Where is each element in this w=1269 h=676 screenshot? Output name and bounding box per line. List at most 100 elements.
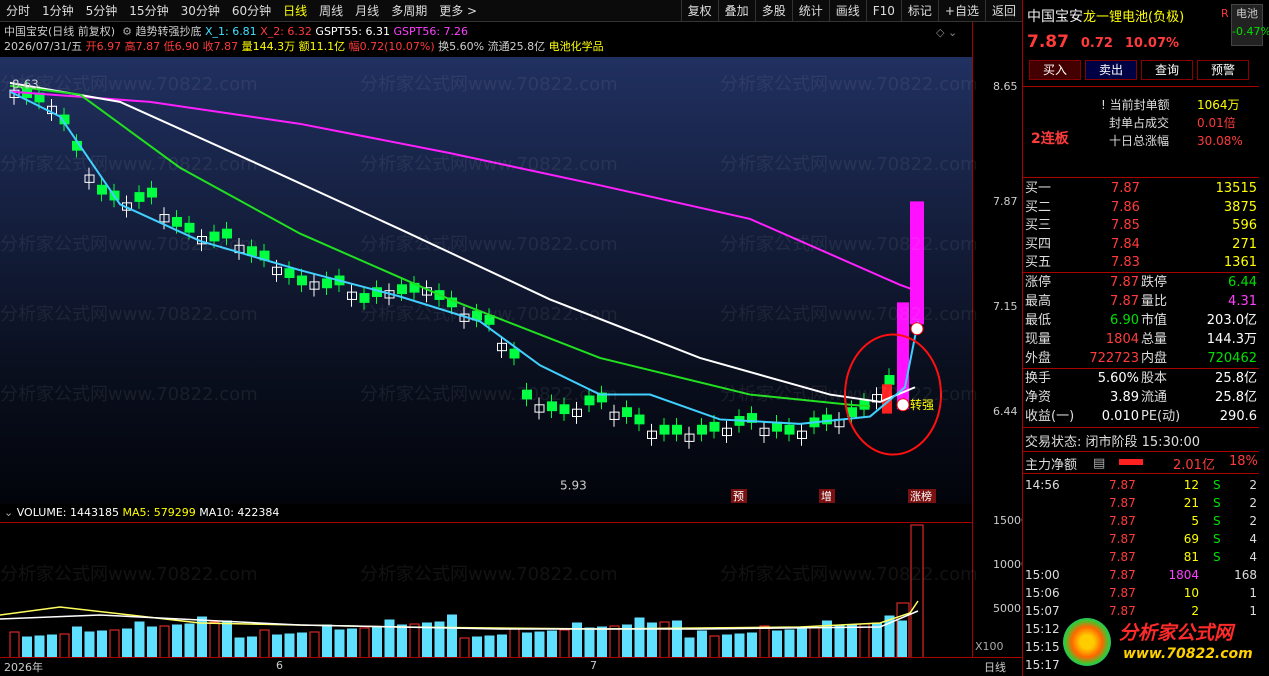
toolbar-action[interactable]: 画线 xyxy=(828,0,866,22)
toolbar-action[interactable]: 叠加 xyxy=(717,0,755,22)
candlestick-chart[interactable]: 8.63 5.93 转强预 增 涨榜 xyxy=(0,57,972,504)
stat-row: 净资 3.89 流通 25.8亿 xyxy=(1023,389,1259,407)
seal-row: 封单占成交 0.01倍 xyxy=(1101,114,1261,132)
period-tab[interactable]: 分时 xyxy=(0,0,36,22)
main-flow-value: 2.01亿 xyxy=(1173,458,1215,473)
bid-volume: 13515 xyxy=(1215,181,1257,196)
quote-change: 幅0.72(10.07%) xyxy=(348,40,435,53)
bid-row[interactable]: 买五 7.83 1361 xyxy=(1023,254,1259,272)
tag-label: 预 xyxy=(733,490,744,503)
seal-row: 十日总涨幅 30.08% xyxy=(1101,132,1261,150)
tick-price: 7.87 xyxy=(1109,532,1136,546)
period-tab[interactable]: 周线 xyxy=(313,0,349,22)
tick-row[interactable]: 14:56 7.87 12 S 2 xyxy=(1023,476,1259,494)
toolbar-action[interactable]: +自选 xyxy=(937,0,985,22)
price-tick: 6.44 xyxy=(993,405,1018,418)
tick-row[interactable]: 7.87 21 S 2 xyxy=(1023,494,1259,512)
toolbar-action[interactable]: 返回 xyxy=(984,0,1022,22)
alert-button[interactable]: 预警 xyxy=(1197,60,1249,80)
bid-label: 买一 xyxy=(1025,181,1052,196)
sell-button[interactable]: 卖出 xyxy=(1085,60,1137,80)
bid-label: 买五 xyxy=(1025,255,1052,270)
volume-bar xyxy=(872,622,882,659)
volume-bar xyxy=(147,626,157,659)
period-tab[interactable]: 更多 > xyxy=(433,0,483,22)
signal-bar xyxy=(910,201,924,325)
volume-chart[interactable] xyxy=(0,522,972,659)
period-tab[interactable]: 日线 xyxy=(277,0,313,22)
tick-side: S xyxy=(1213,532,1221,546)
plus-marker xyxy=(896,398,910,412)
bid-label: 买三 xyxy=(1025,218,1052,233)
sector-change: -0.47% xyxy=(1232,25,1269,38)
stat-value: 290.6 xyxy=(1219,409,1257,424)
volume-bar xyxy=(622,624,632,659)
bid-row[interactable]: 买一 7.87 13515 xyxy=(1023,180,1259,198)
stat-label: 流通 xyxy=(1141,390,1168,405)
x2-value: X_2: 6.32 xyxy=(260,25,312,38)
tick-row[interactable]: 15:00 7.87 1804 168 xyxy=(1023,566,1259,584)
quote-date: 2026/07/31/五 xyxy=(4,40,83,53)
list-icon[interactable]: ▤ xyxy=(1093,456,1105,471)
toolbar-action[interactable]: 多股 xyxy=(754,0,792,22)
candle-body xyxy=(509,348,520,359)
stat-label: 量比 xyxy=(1141,294,1168,309)
flag-badge: R xyxy=(1221,7,1229,20)
candle-body xyxy=(284,268,295,278)
stat-row: 收益(一) 0.010 PE(动) 290.6 xyxy=(1023,408,1259,426)
stat-label: 市值 xyxy=(1141,313,1168,328)
stat-value: 6.90 xyxy=(1110,313,1139,328)
tick-time: 15:15 xyxy=(1025,640,1060,654)
volume-bar xyxy=(447,614,457,659)
stat-label: 总量 xyxy=(1141,332,1168,347)
tick-row[interactable]: 15:06 7.87 10 1 xyxy=(1023,584,1259,602)
volume-bar xyxy=(859,623,870,659)
period-tab[interactable]: 15分钟 xyxy=(123,0,174,22)
bid-volume: 1361 xyxy=(1223,255,1257,270)
period-tab[interactable]: 多周期 xyxy=(385,0,433,22)
stat-value: 203.0亿 xyxy=(1206,313,1257,328)
query-button[interactable]: 查询 xyxy=(1141,60,1193,80)
volume-bar xyxy=(84,631,95,659)
quote-float: 流通25.8亿 xyxy=(487,40,546,53)
tick-price: 7.87 xyxy=(1109,496,1136,510)
period-tab[interactable]: 1分钟 xyxy=(36,0,80,22)
period-tab[interactable]: 月线 xyxy=(349,0,385,22)
volume-bar xyxy=(609,625,620,659)
sector-box[interactable]: 电池 -0.47% xyxy=(1231,4,1269,46)
period-tab[interactable]: 60分钟 xyxy=(226,0,277,22)
seal-label: 十日总涨幅 xyxy=(1109,134,1170,148)
candle-body xyxy=(184,222,195,233)
tick-row[interactable]: 7.87 69 S 4 xyxy=(1023,530,1259,548)
period-tab[interactable]: 30分钟 xyxy=(175,0,226,22)
buy-button[interactable]: 买入 xyxy=(1029,60,1081,80)
quote-sector[interactable]: 电池化学品 xyxy=(549,40,604,53)
tick-time: 14:56 xyxy=(1025,478,1060,492)
tick-row[interactable]: 7.87 81 S 4 xyxy=(1023,548,1259,566)
quote-volume: 量144.3万 xyxy=(241,40,296,53)
quote-close: 收7.87 xyxy=(202,40,239,53)
indicator-name[interactable]: 趋势转强抄底 xyxy=(135,25,201,38)
diamond-icon[interactable]: ◇ ⌄ xyxy=(936,26,957,39)
stock-concept[interactable]: 龙一锂电池(负极) xyxy=(1083,10,1184,25)
volume-bar xyxy=(384,619,395,659)
volume-bar xyxy=(459,637,470,659)
trade-status: 交易状态: 闭市阶段 15:30:00 xyxy=(1025,435,1201,450)
toolbar-action[interactable]: 复权 xyxy=(680,0,718,22)
volume-bar xyxy=(910,524,924,659)
volume-bar xyxy=(834,625,845,659)
period-label[interactable]: 日线 xyxy=(984,659,1006,675)
bid-row[interactable]: 买四 7.84 271 xyxy=(1023,236,1259,254)
price-pct: 10.07% xyxy=(1124,36,1180,51)
gear-icon[interactable]: ⚙ xyxy=(119,25,132,38)
tick-row[interactable]: 7.87 5 S 2 xyxy=(1023,512,1259,530)
bid-row[interactable]: 买二 7.86 3875 xyxy=(1023,199,1259,217)
toolbar-action[interactable]: 统计 xyxy=(791,0,829,22)
period-tab[interactable]: 5分钟 xyxy=(80,0,124,22)
chevron-down-icon[interactable]: ⌄ xyxy=(4,506,13,519)
toolbar-action[interactable]: 标记 xyxy=(900,0,938,22)
seal-value: 30.08% xyxy=(1197,134,1243,148)
toolbar-action[interactable]: F10 xyxy=(865,0,901,22)
ma-line-cyan xyxy=(9,90,919,425)
bid-row[interactable]: 买三 7.85 596 xyxy=(1023,217,1259,235)
